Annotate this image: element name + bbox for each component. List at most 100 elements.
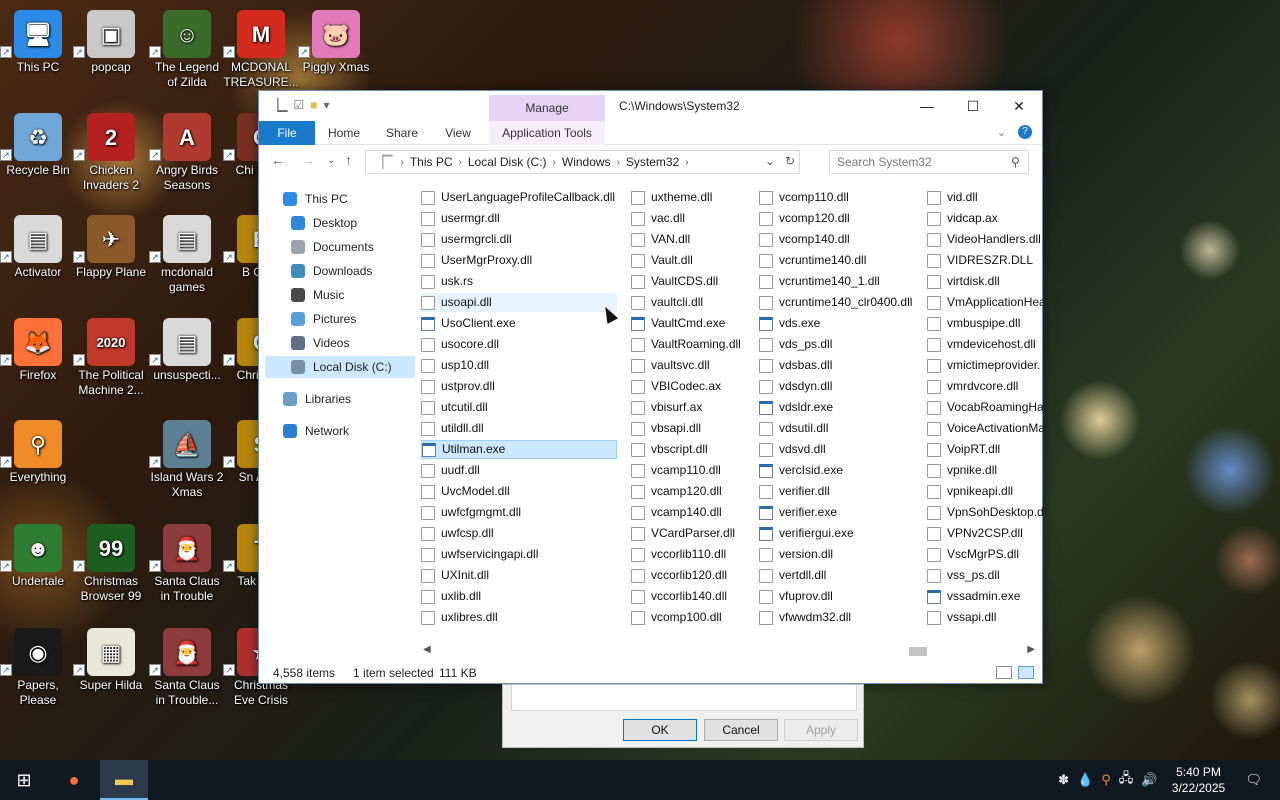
forward-arrow-icon[interactable]: → [301,152,315,168]
file-item[interactable]: vcomp140.dll [759,230,923,249]
file-item[interactable]: vbscript.dll [631,440,755,459]
nav-item-this-pc[interactable]: This PC [283,188,409,210]
file-item[interactable]: uudf.dll [421,461,617,480]
nav-item-local-disk-c[interactable]: Local Disk (C:) [265,356,415,378]
file-item[interactable]: usermgrcli.dll [421,230,617,249]
address-bar[interactable]: ▕▔ › This PC › Local Disk (C:) › Windows… [365,150,800,174]
file-item[interactable]: vac.dll [631,209,755,228]
file-item[interactable]: vcomp110.dll [759,188,923,207]
file-item[interactable]: vdsbas.dll [759,356,923,375]
file-item[interactable]: usocore.dll [421,335,617,354]
file-item[interactable]: vcruntime140.dll [759,251,923,270]
file-item[interactable]: VCardParser.dll [631,524,755,543]
file-item[interactable]: vbsapi.dll [631,419,755,438]
file-item[interactable]: vcamp110.dll [631,461,755,480]
file-item[interactable]: utcutil.dll [421,398,617,417]
nav-item-music[interactable]: Music [291,284,417,306]
tab-application-tools[interactable]: Application Tools [489,121,605,145]
ok-button[interactable]: OK [623,719,697,741]
clock[interactable]: 5:40 PM 3/22/2025 [1161,764,1235,796]
file-item[interactable]: uxtheme.dll [631,188,755,207]
file-item[interactable]: vccorlib110.dll [631,545,755,564]
file-item[interactable]: ustprov.dll [421,377,617,396]
file-item[interactable]: version.dll [759,545,923,564]
file-item[interactable]: vcamp120.dll [631,482,755,501]
desktop-icon[interactable]: ☻ Undertale ↗ [0,524,76,589]
details-view-icon[interactable] [996,666,1012,679]
file-item[interactable]: uwfcsp.dll [421,524,617,543]
tab-view[interactable]: View [433,121,483,145]
refresh-icon[interactable]: ↻ [785,154,795,168]
file-item[interactable]: Utilman.exe [421,440,617,459]
scroll-right-icon[interactable]: ▶ [1027,644,1035,655]
back-arrow-icon[interactable]: ← [271,152,285,168]
file-item[interactable]: vssapi.dll [927,608,1044,627]
taskbar-file-explorer[interactable]: ▬ [100,760,148,800]
file-item[interactable]: UvcModel.dll [421,482,617,501]
file-item[interactable]: VBICodec.ax [631,377,755,396]
file-item[interactable]: vss_ps.dll [927,566,1044,585]
desktop-icon[interactable]: A Angry Birds Seasons ↗ [149,113,225,193]
desktop-icon[interactable]: 🦊 Firefox ↗ [0,318,76,383]
scroll-thumb[interactable] [909,647,927,656]
file-item[interactable]: VoiceActivationMa [927,419,1044,438]
desktop-icon[interactable]: ☺ The Legend of Zilda ↗ [149,10,225,90]
file-item[interactable]: vssadmin.exe [927,587,1044,606]
network-icon[interactable]: 🖧 [1119,769,1134,791]
file-item[interactable]: vccorlib140.dll [631,587,755,606]
desktop-icon[interactable]: ▤ unsuspecti... ↗ [149,318,225,383]
breadcrumb-this-pc[interactable]: This PC [410,155,453,169]
file-item[interactable]: uwfcfgmgmt.dll [421,503,617,522]
horizontal-scrollbar[interactable]: ◀ ▶ [419,643,1039,660]
file-item[interactable]: vfwwdm32.dll [759,608,923,627]
breadcrumb-system32[interactable]: System32 [626,155,679,169]
file-item[interactable]: VAN.dll [631,230,755,249]
nav-item-libraries[interactable]: Libraries [283,388,409,410]
nav-item-documents[interactable]: Documents [291,236,417,258]
nav-item-videos[interactable]: Videos [291,332,417,354]
file-item[interactable]: vmbuspipe.dll [927,314,1044,333]
volume-icon[interactable]: 🔊 [1141,772,1157,788]
tray-search-icon[interactable]: ⚲ [1101,772,1111,788]
recent-locations-icon[interactable]: ⌄ [327,155,335,166]
tab-home[interactable]: Home [319,121,369,145]
tray-app-icon[interactable]: ✽ [1058,772,1069,788]
file-item[interactable]: usoapi.dll [421,293,617,312]
file-item[interactable]: vdsutil.dll [759,419,923,438]
file-item[interactable]: vdsldr.exe [759,398,923,417]
notifications-icon[interactable]: 🗨 [1245,772,1262,788]
file-item[interactable]: vccorlib120.dll [631,566,755,585]
file-item[interactable]: vpnikeapi.dll [927,482,1044,501]
desktop-icon[interactable]: 99 Christmas Browser 99 ↗ [73,524,149,604]
file-item[interactable]: VPNv2CSP.dll [927,524,1044,543]
file-item[interactable]: VaultRoaming.dll [631,335,755,354]
tab-manage[interactable]: Manage [489,95,605,121]
file-item[interactable]: usk.rs [421,272,617,291]
file-item[interactable]: vbisurf.ax [631,398,755,417]
nav-item-network[interactable]: Network [283,420,409,442]
file-item[interactable]: UserLanguageProfileCallback.dll [421,188,617,207]
file-item[interactable]: vfuprov.dll [759,587,923,606]
file-item[interactable]: usp10.dll [421,356,617,375]
file-item[interactable]: uwfservicingapi.dll [421,545,617,564]
desktop-icon[interactable]: ▦ Super Hilda ↗ [73,628,149,693]
breadcrumb-windows[interactable]: Windows [562,155,611,169]
desktop-icon[interactable]: ▤ mcdonald games ↗ [149,215,225,295]
apply-button[interactable]: Apply [784,719,858,741]
file-item[interactable]: VaultCDS.dll [631,272,755,291]
system-menu-icon[interactable]: ▕▁ [269,98,287,112]
file-item[interactable]: vmdevicehost.dll [927,335,1044,354]
search-input[interactable]: Search System32 [829,150,1029,174]
minimize-icon[interactable]: — [904,91,950,121]
file-item[interactable]: vcruntime140_clr0400.dll [759,293,923,312]
file-item[interactable]: UsoClient.exe [421,314,617,333]
desktop-icon[interactable]: ▤ Activator ↗ [0,215,76,280]
up-arrow-icon[interactable]: ↑ [345,152,352,168]
file-item[interactable]: UserMgrProxy.dll [421,251,617,270]
file-item[interactable]: virtdisk.dll [927,272,1044,291]
scroll-left-icon[interactable]: ◀ [423,644,431,655]
desktop-icon[interactable]: 🐷 Piggly Xmas ↗ [298,10,374,75]
file-item[interactable]: verifiergui.exe [759,524,923,543]
file-item[interactable]: VoipRT.dll [927,440,1044,459]
help-icon[interactable]: ? [1018,125,1032,139]
